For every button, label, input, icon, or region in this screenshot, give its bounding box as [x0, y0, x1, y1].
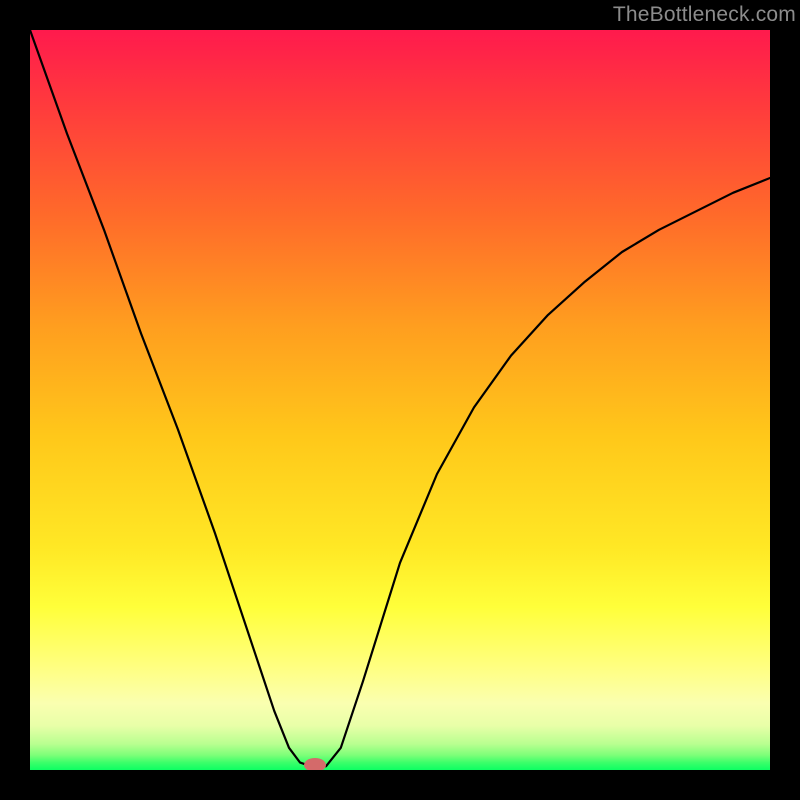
chart-area — [30, 30, 770, 770]
optimal-point-marker — [304, 758, 326, 770]
watermark-text: TheBottleneck.com — [613, 3, 796, 27]
bottleneck-curve — [30, 30, 770, 770]
